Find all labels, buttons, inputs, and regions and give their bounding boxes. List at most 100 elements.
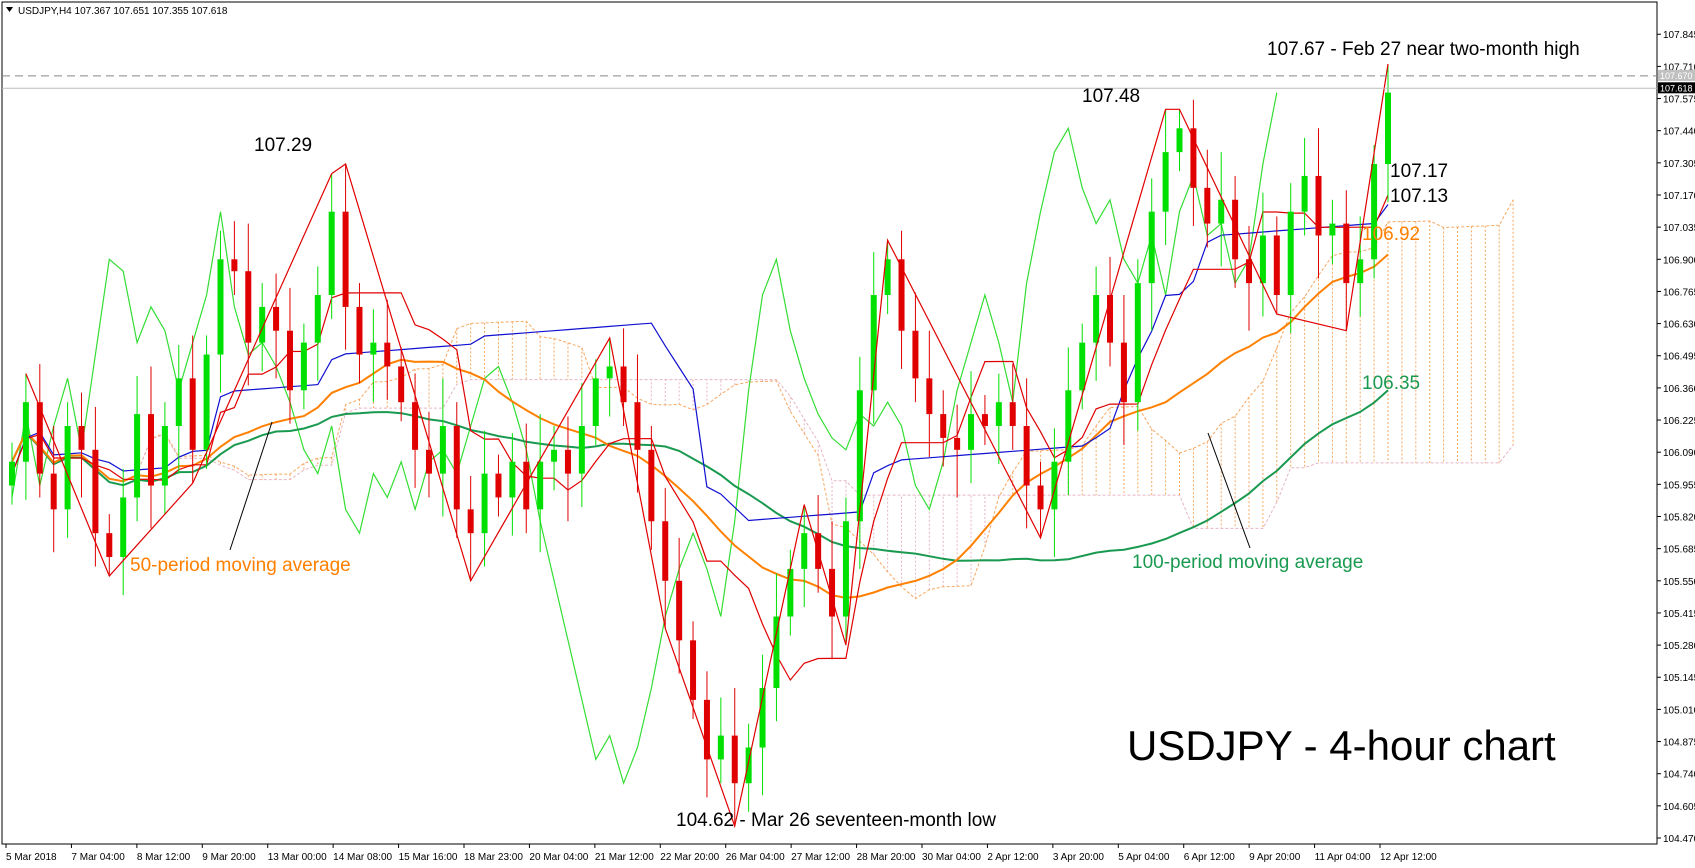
candle-body	[1107, 295, 1114, 343]
candle-body	[106, 533, 113, 557]
price-marker-label: 107.618	[1660, 83, 1693, 93]
candle-body	[370, 342, 377, 355]
y-tick-label: 104.470	[1663, 834, 1695, 845]
candle-body	[245, 271, 252, 343]
candle-body	[856, 390, 863, 522]
candle-body	[342, 211, 349, 307]
candle-body	[1273, 235, 1280, 296]
y-tick-label: 106.765	[1663, 287, 1695, 298]
y-tick-label: 105.010	[1663, 705, 1695, 716]
candle-body	[328, 211, 335, 296]
candle-body	[1176, 128, 1183, 153]
candle-body	[717, 735, 724, 760]
candle-body	[495, 473, 502, 498]
candle-body	[1329, 223, 1336, 236]
x-tick-label: 12 Apr 12:00	[1380, 852, 1437, 863]
candle-body	[314, 295, 321, 343]
candle-body	[175, 378, 182, 426]
candle-body	[1385, 92, 1391, 165]
candle-body	[648, 449, 655, 522]
candle-body	[801, 533, 808, 569]
candle-body	[773, 616, 780, 688]
candle-body	[161, 426, 168, 486]
x-tick-label: 22 Mar 20:00	[660, 852, 719, 863]
candle-body	[606, 366, 613, 379]
annotation-tenkan: 107.17	[1390, 161, 1448, 182]
candle-body	[912, 330, 919, 379]
candle-body	[842, 521, 849, 617]
candle-body	[481, 473, 488, 534]
candle-body	[22, 402, 29, 462]
x-tick-label: 9 Mar 20:00	[202, 852, 256, 863]
candle-body	[425, 449, 432, 474]
x-tick-label: 27 Mar 12:00	[791, 852, 850, 863]
candle-body	[134, 414, 141, 498]
candle-body	[147, 414, 154, 486]
symbol-header: USDJPY,H4 107.367 107.651 107.355 107.61…	[18, 6, 228, 17]
y-tick-label: 105.280	[1663, 641, 1695, 652]
y-tick-label: 106.630	[1663, 320, 1695, 331]
x-tick-label: 2 Apr 12:00	[987, 852, 1039, 863]
x-tick-label: 14 Mar 08:00	[333, 852, 392, 863]
y-tick-label: 105.685	[1663, 545, 1695, 556]
candle-body	[64, 426, 71, 510]
label-ma100: 100-period moving average	[1132, 552, 1363, 573]
candle-body	[273, 306, 280, 331]
candle-body	[231, 259, 238, 272]
candle-body	[78, 426, 85, 450]
candle-body	[286, 330, 293, 391]
candle-body	[981, 414, 988, 426]
candle-body	[1009, 402, 1016, 426]
x-tick-label: 20 Mar 04:00	[529, 852, 588, 863]
y-tick-label: 107.305	[1663, 159, 1695, 170]
candle-body	[300, 342, 307, 391]
x-tick-label: 6 Apr 12:00	[1184, 852, 1236, 863]
candle-body	[1371, 164, 1378, 260]
y-tick-label: 105.550	[1663, 577, 1695, 588]
candle-body	[968, 414, 975, 450]
candle-body	[1079, 342, 1086, 391]
y-tick-label: 104.605	[1663, 802, 1695, 813]
y-tick-label: 107.845	[1663, 30, 1695, 41]
y-tick-label: 107.035	[1663, 223, 1695, 234]
candle-body	[1204, 187, 1211, 224]
candle-body	[926, 378, 933, 415]
candle-body	[578, 426, 585, 474]
y-tick-label: 105.415	[1663, 609, 1695, 620]
x-tick-label: 8 Mar 12:00	[137, 852, 191, 863]
x-tick-label: 30 Mar 04:00	[922, 852, 981, 863]
y-tick-label: 105.145	[1663, 673, 1695, 684]
candle-body	[217, 259, 224, 355]
y-tick-label: 106.360	[1663, 384, 1695, 395]
y-tick-label: 105.955	[1663, 480, 1695, 491]
candle-body	[592, 378, 599, 426]
annotation-high-2: 107.48	[1082, 86, 1140, 107]
annotation-low-note: 104.62 - Mar 26 seventeen-month low	[676, 810, 996, 831]
x-tick-label: 21 Mar 12:00	[595, 852, 654, 863]
candle-body	[1246, 259, 1253, 284]
candle-body	[1023, 426, 1030, 486]
candle-body	[1037, 485, 1044, 510]
candle-body	[1051, 461, 1058, 510]
candle-body	[1315, 175, 1322, 236]
candle-body	[1287, 211, 1294, 296]
x-tick-label: 3 Apr 20:00	[1053, 852, 1105, 863]
candle-body	[1218, 199, 1225, 224]
y-tick-label: 107.575	[1663, 95, 1695, 106]
candle-body	[1148, 211, 1155, 284]
x-tick-label: 7 Mar 04:00	[71, 852, 125, 863]
x-tick-label: 11 Apr 04:00	[1315, 852, 1371, 863]
y-tick-label: 107.170	[1663, 191, 1695, 202]
candle-body	[731, 735, 738, 784]
candle-body	[1357, 259, 1364, 284]
annotation-ma100-value: 106.35	[1362, 373, 1420, 394]
annotation-ma50-value: 106.92	[1362, 224, 1420, 245]
candle-body	[662, 521, 669, 581]
candle-body	[398, 366, 405, 403]
candle-body	[92, 449, 99, 534]
y-tick-label: 104.875	[1663, 738, 1695, 749]
price-chart[interactable]: 107.845107.710107.575107.440107.305107.1…	[0, 0, 1695, 868]
label-ma50: 50-period moving average	[130, 555, 351, 576]
candle-body	[356, 306, 363, 355]
candle-body	[50, 473, 57, 510]
